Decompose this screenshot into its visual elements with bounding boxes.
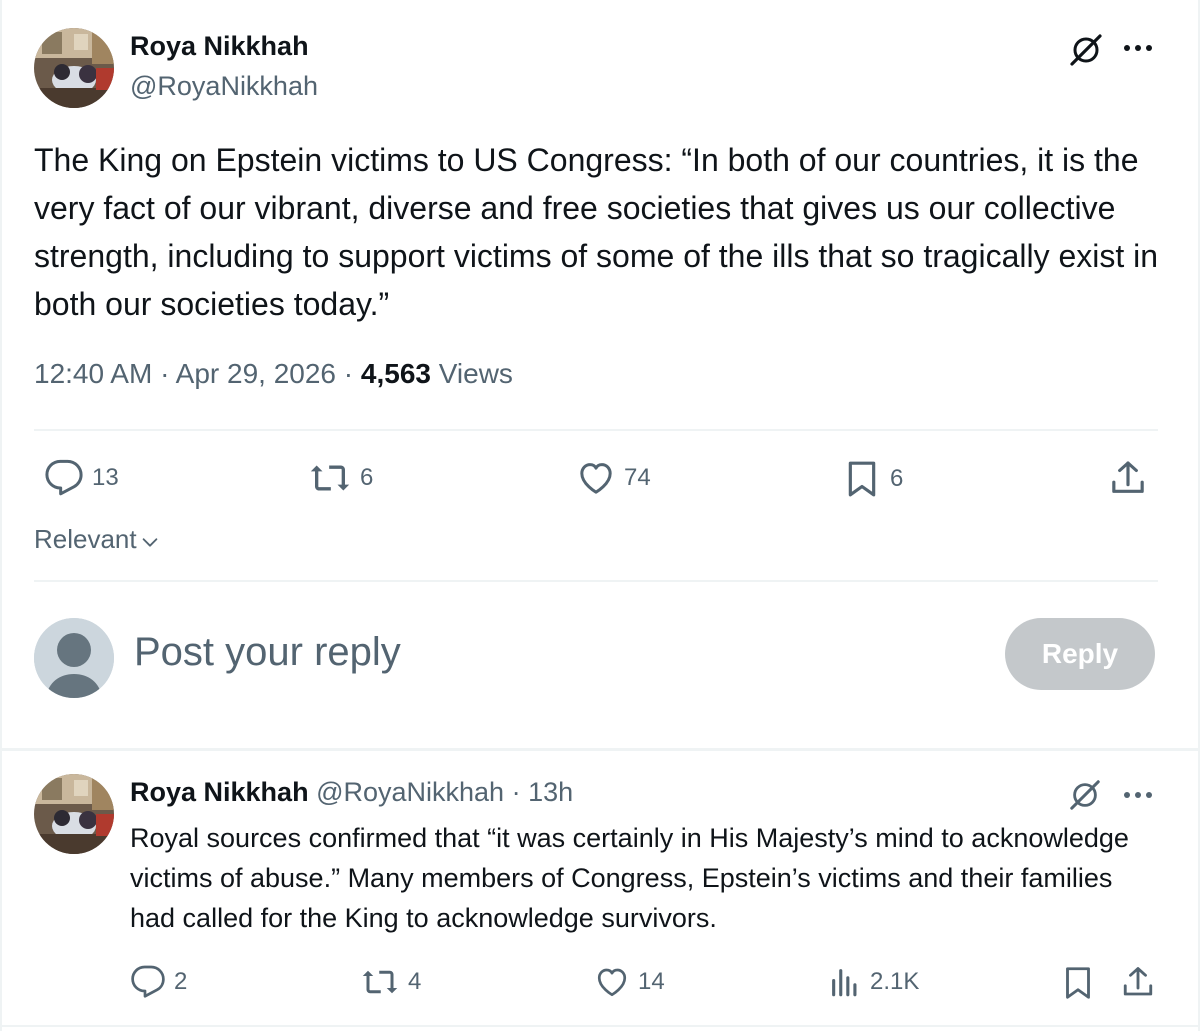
avatar-photo: [34, 774, 114, 854]
views-count: 4,563: [360, 358, 431, 389]
bookmark-action[interactable]: 6: [842, 458, 903, 500]
repost-action[interactable]: 6: [308, 458, 373, 498]
repost-action[interactable]: 4: [360, 964, 421, 1000]
meta-separator: ·: [343, 358, 354, 389]
bookmark-action[interactable]: [1060, 964, 1096, 1002]
author-handle[interactable]: @RoyaNikkhah: [130, 71, 318, 102]
reply-text: Royal sources confirmed that “it was cer…: [130, 823, 1129, 933]
left-border: [0, 0, 2, 1031]
reply-author-name[interactable]: Roya Nikkhah: [130, 777, 309, 807]
reply-action[interactable]: 13: [44, 458, 119, 498]
reply-count: 13: [92, 464, 119, 491]
meta-separator: ·: [160, 358, 170, 389]
like-action[interactable]: 14: [594, 964, 665, 1000]
reply-icon: [45, 459, 83, 496]
repost-count: 6: [360, 464, 374, 491]
like-count: 14: [638, 968, 665, 995]
avatar-photo: [34, 28, 114, 108]
heart-icon: [580, 463, 612, 494]
more-icon[interactable]: [1122, 40, 1156, 61]
like-count: 74: [624, 464, 651, 491]
meta-separator: ·: [511, 777, 521, 807]
share-action[interactable]: [1120, 964, 1156, 1000]
bookmark-icon: [1066, 967, 1090, 999]
views-action[interactable]: 2.1K: [828, 964, 919, 1000]
more-icon[interactable]: [1122, 787, 1156, 808]
bottom-divider: [0, 1025, 1200, 1027]
reply-author-handle[interactable]: @RoyaNikkhah: [316, 777, 504, 807]
bookmark-count: 6: [890, 465, 904, 492]
reply-action[interactable]: 2: [130, 964, 187, 1000]
author-avatar[interactable]: [34, 28, 114, 108]
share-action[interactable]: [1108, 458, 1148, 498]
post-meta: 12:40 AM · Apr 29, 2026 · 4,563 Views: [34, 358, 513, 390]
author-name[interactable]: Roya Nikkhah: [130, 31, 309, 62]
post-date[interactable]: Apr 29, 2026: [176, 358, 336, 389]
bookmark-icon: [848, 461, 876, 497]
grok-icon[interactable]: [1068, 32, 1104, 73]
post-text: The King on Epstein victims to US Congre…: [34, 142, 1159, 322]
repost-count: 4: [408, 968, 422, 995]
default-avatar-icon: [34, 618, 114, 698]
views-count: 2.1K: [870, 968, 920, 995]
share-icon: [1112, 461, 1144, 493]
sort-label: Relevant: [34, 524, 137, 554]
post-time[interactable]: 12:40 AM: [34, 358, 152, 389]
section-divider: [0, 748, 1200, 751]
post-detail-view: Roya Nikkhah @RoyaNikkhah The King on Ep…: [0, 0, 1200, 1031]
repost-icon: [362, 970, 398, 994]
reply-author-avatar[interactable]: [34, 774, 114, 854]
like-action[interactable]: 74: [576, 458, 651, 498]
reply-icon: [131, 965, 165, 998]
grok-icon[interactable]: [1068, 778, 1102, 817]
chevron-down-icon: [142, 537, 157, 547]
reply-button[interactable]: Reply: [1005, 618, 1155, 690]
repost-icon: [310, 465, 350, 491]
heart-icon: [597, 968, 627, 997]
reply-input[interactable]: Post your reply: [134, 630, 401, 675]
reply-age[interactable]: 13h: [528, 777, 573, 807]
user-avatar[interactable]: [34, 618, 114, 698]
reply-header: Roya Nikkhah @RoyaNikkhah · 13h: [130, 777, 573, 808]
divider: [34, 429, 1158, 431]
views-icon: [832, 969, 857, 997]
share-icon: [1123, 967, 1153, 996]
divider: [34, 580, 1158, 582]
sort-dropdown[interactable]: Relevant: [34, 524, 161, 555]
views-label: Views: [438, 358, 513, 389]
reply-count: 2: [174, 968, 188, 995]
